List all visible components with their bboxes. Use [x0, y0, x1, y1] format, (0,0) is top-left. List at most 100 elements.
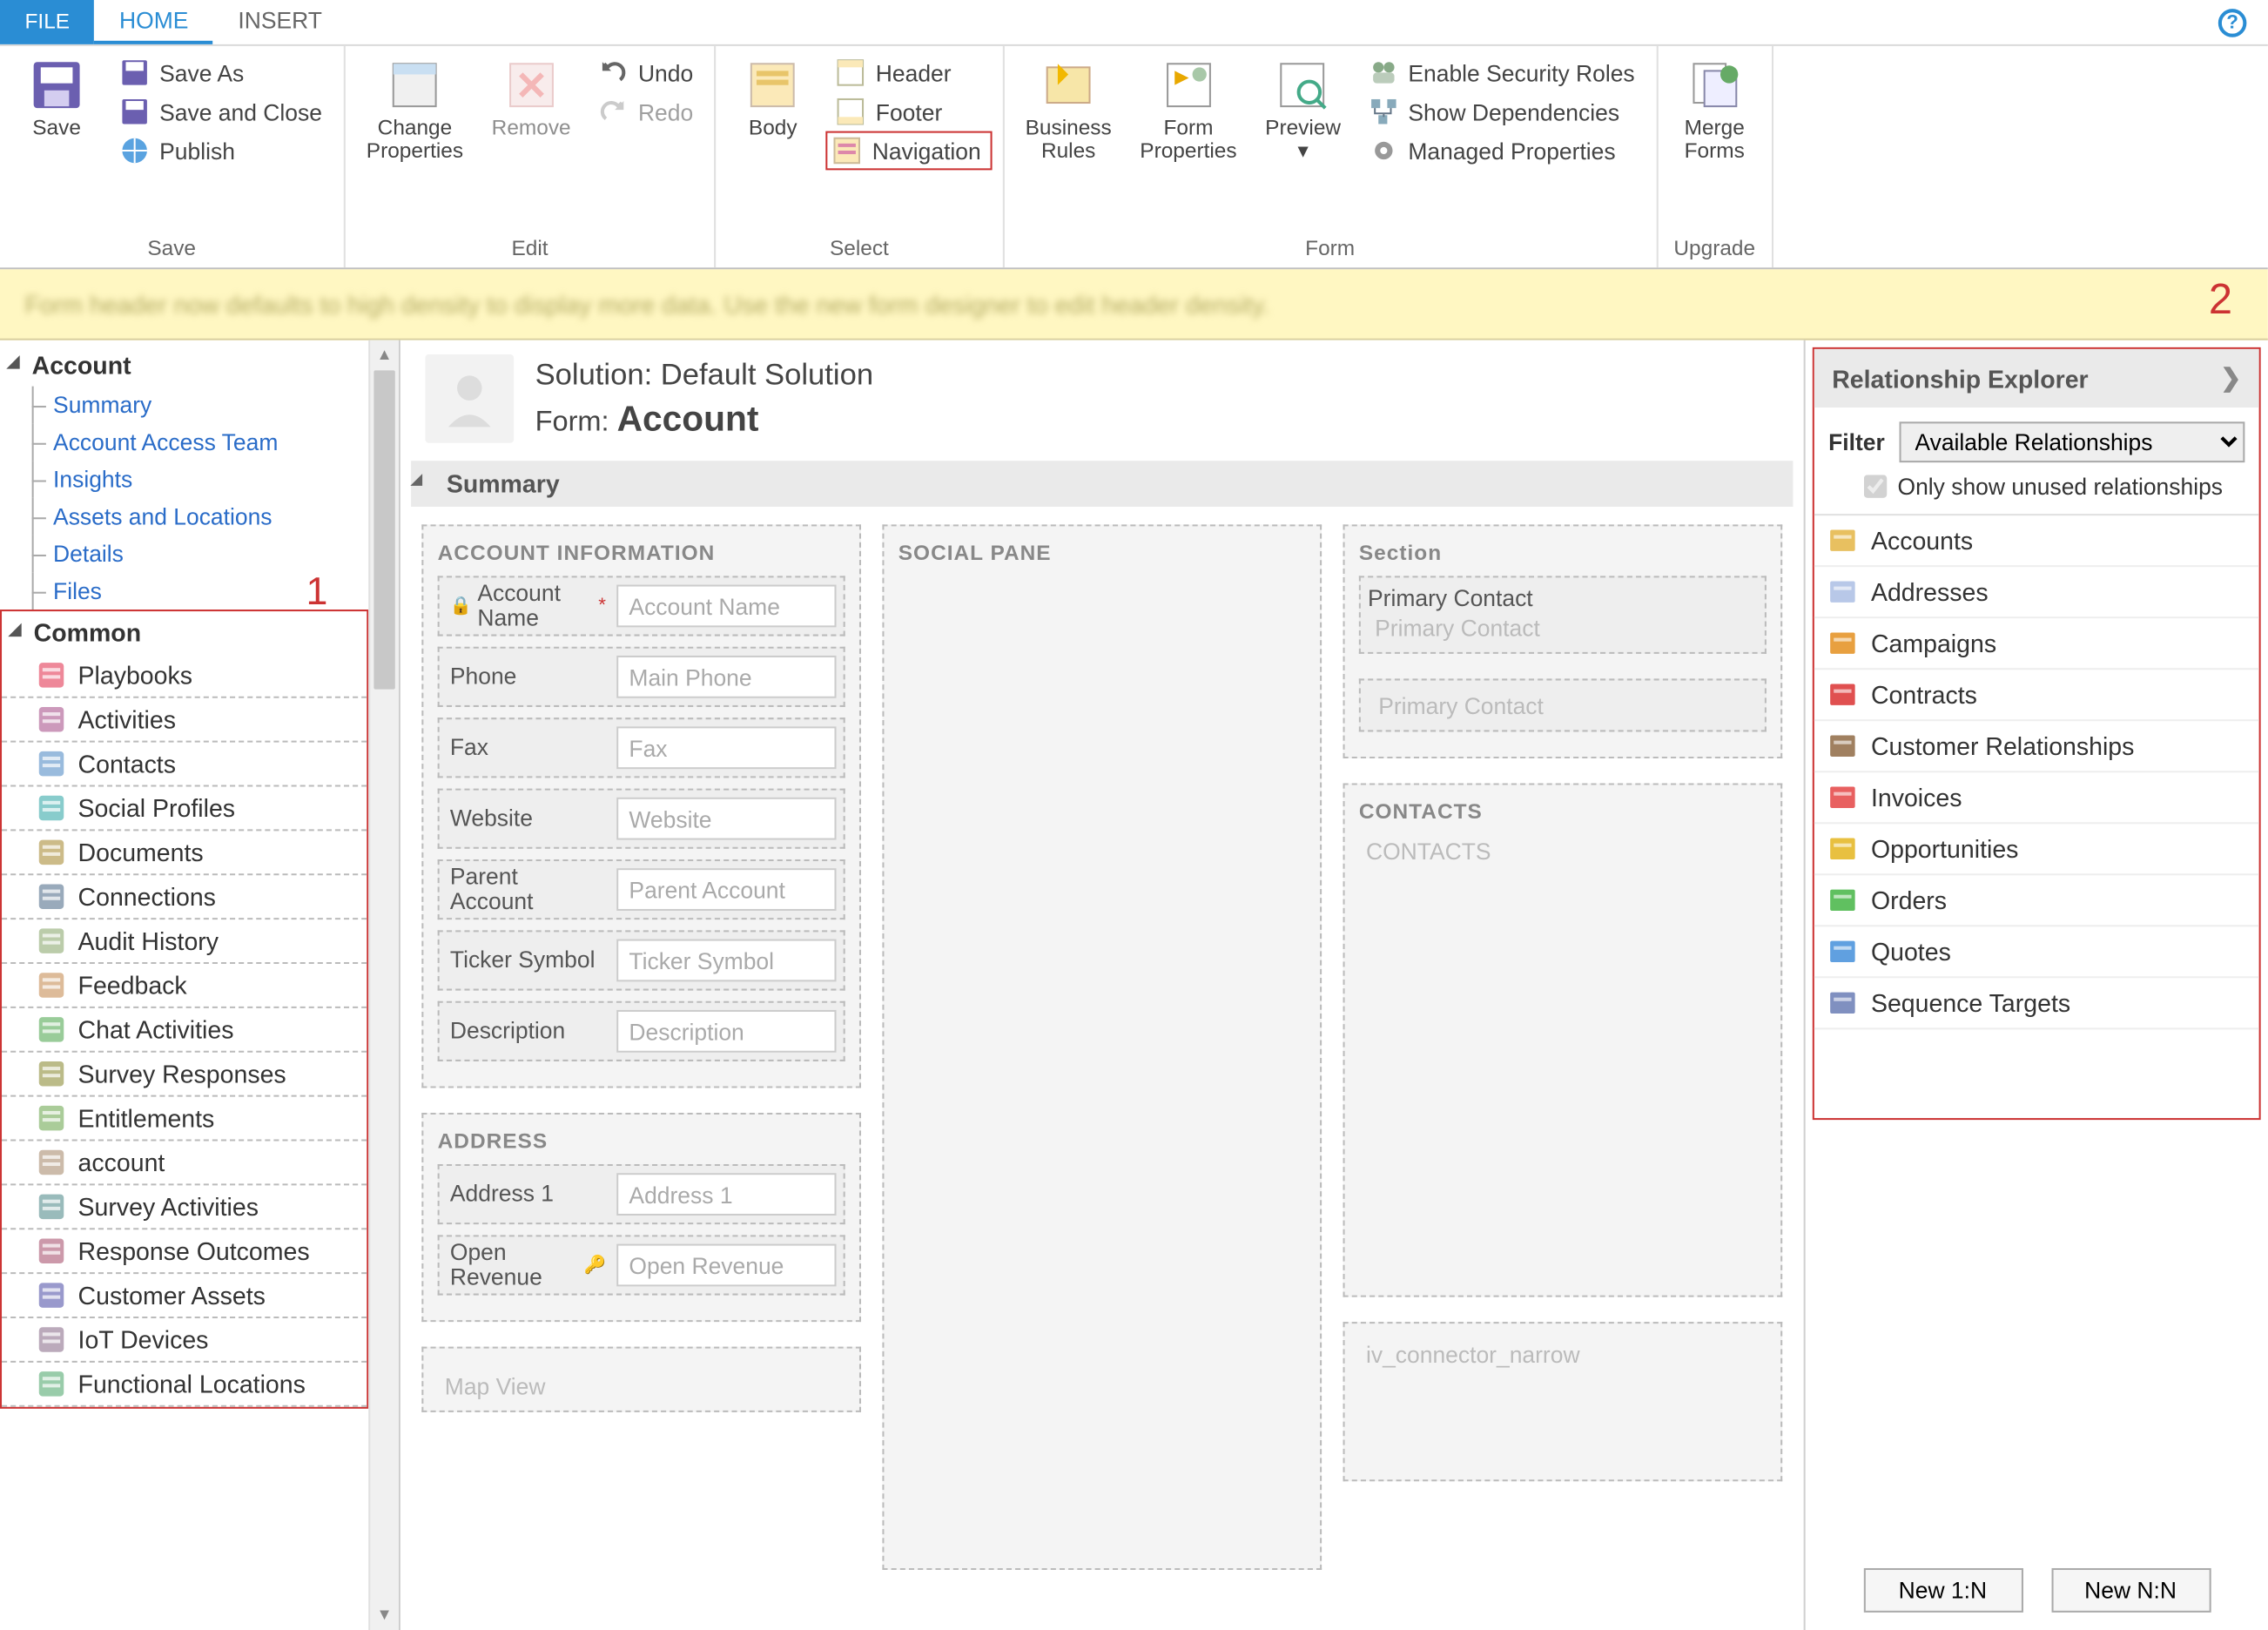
scroll-down-icon[interactable]: ▼ — [370, 1600, 399, 1630]
filter-select[interactable]: Available Relationships — [1899, 421, 2244, 462]
common-item[interactable]: Entitlements — [2, 1097, 367, 1142]
rel-item[interactable]: Orders — [1814, 875, 2259, 926]
field-input[interactable]: Fax — [616, 726, 836, 769]
field-primary-contact-2[interactable]: Primary Contact — [1359, 678, 1767, 731]
redo-button[interactable]: Redo — [589, 92, 703, 131]
tab-file[interactable]: FILE — [0, 0, 95, 44]
tab-home[interactable]: HOME — [95, 0, 213, 44]
left-scrollbar[interactable]: ▲ ▼ — [368, 340, 399, 1630]
field-primary-contact[interactable]: Primary ContactPrimary Contact — [1359, 576, 1767, 654]
tree-link[interactable]: Details — [0, 535, 368, 573]
field-account-name[interactable]: 🔒Account Name*Account Name — [438, 576, 845, 636]
common-item[interactable]: Playbooks — [2, 654, 367, 698]
field-input[interactable]: Main Phone — [616, 656, 836, 698]
header-button[interactable]: Header — [826, 53, 992, 92]
common-item[interactable]: account — [2, 1142, 367, 1186]
footer-button[interactable]: Footer — [826, 92, 992, 131]
save-close-button[interactable]: Save and Close — [110, 92, 333, 131]
show-dependencies-button[interactable]: Show Dependencies — [1358, 92, 1645, 131]
common-item[interactable]: Response Outcomes — [2, 1229, 367, 1274]
tree-link[interactable]: Summary — [0, 387, 368, 424]
field-address1[interactable]: Address 1Address 1 — [438, 1164, 845, 1224]
navigation-button[interactable]: Navigation — [826, 131, 992, 171]
section-social-pane[interactable]: SOCIAL PANE — [882, 524, 1322, 1570]
scroll-up-icon[interactable]: ▲ — [370, 340, 399, 371]
unused-checkbox[interactable] — [1864, 475, 1887, 497]
scroll-thumb[interactable] — [374, 370, 394, 689]
common-item[interactable]: Functional Locations — [2, 1363, 367, 1407]
field-description[interactable]: DescriptionDescription — [438, 1001, 845, 1061]
entity-icon — [1828, 989, 1857, 1018]
section-contacts[interactable]: CONTACTS CONTACTS — [1343, 783, 1783, 1297]
save-button[interactable]: Save — [10, 53, 103, 144]
section-iv-connector[interactable]: iv_connector_narrow — [1343, 1322, 1783, 1481]
tree-link[interactable]: Assets and Locations — [0, 498, 368, 535]
field-input[interactable]: Account Name — [616, 585, 836, 628]
change-properties-button[interactable]: Change Properties — [356, 53, 474, 167]
tab-insert[interactable]: INSERT — [213, 0, 347, 44]
common-item[interactable]: Documents — [2, 831, 367, 875]
rel-item[interactable]: Invoices — [1814, 772, 2259, 824]
common-item[interactable]: Social Profiles — [2, 787, 367, 832]
business-rules-button[interactable]: Business Rules — [1014, 53, 1122, 167]
group-label-select: Select — [727, 232, 992, 268]
section-mapview[interactable]: Map View — [421, 1347, 861, 1412]
form-properties-button[interactable]: Form Properties — [1129, 53, 1248, 167]
help-icon[interactable]: ? — [2218, 8, 2247, 37]
rel-item[interactable]: Quotes — [1814, 926, 2259, 978]
field-open-revenue[interactable]: Open Revenue🔑Open Revenue — [438, 1235, 845, 1295]
new-1n-button[interactable]: New 1:N — [1863, 1568, 2022, 1613]
common-item[interactable]: Survey Activities — [2, 1185, 367, 1229]
field-phone[interactable]: PhoneMain Phone — [438, 647, 845, 707]
common-item[interactable]: Feedback — [2, 964, 367, 1008]
section-account-info[interactable]: ACCOUNT INFORMATION 🔒Account Name*Accoun… — [421, 524, 861, 1088]
tab-summary[interactable]: Summary — [411, 461, 1793, 507]
tree-account-header[interactable]: Account — [0, 340, 368, 387]
section-address[interactable]: ADDRESS Address 1Address 1 Open Revenue🔑… — [421, 1113, 861, 1322]
rel-item[interactable]: Customer Relationships — [1814, 721, 2259, 772]
merge-forms-button[interactable]: Merge Forms — [1668, 53, 1760, 167]
field-fax[interactable]: FaxFax — [438, 717, 845, 778]
body-button[interactable]: Body — [727, 53, 819, 144]
field-input[interactable]: Description — [616, 1010, 836, 1053]
rel-item[interactable]: Sequence Targets — [1814, 978, 2259, 1029]
save-as-button[interactable]: Save As — [110, 53, 333, 92]
rel-item[interactable]: Accounts — [1814, 515, 2259, 567]
field-input[interactable]: Website — [616, 798, 836, 840]
field-input[interactable]: Open Revenue — [616, 1244, 836, 1287]
field-ticker[interactable]: Ticker SymbolTicker Symbol — [438, 930, 845, 990]
form-title: Form: Account — [535, 400, 873, 441]
common-item[interactable]: Customer Assets — [2, 1274, 367, 1318]
tree-link[interactable]: Insights — [0, 461, 368, 498]
section-title: ADDRESS — [438, 1128, 845, 1153]
common-item[interactable]: IoT Devices — [2, 1318, 367, 1363]
rel-explorer-header[interactable]: Relationship Explorer❯ — [1814, 349, 2259, 408]
common-item[interactable]: Connections — [2, 875, 367, 919]
common-item[interactable]: Audit History — [2, 919, 367, 964]
common-header[interactable]: Common — [2, 611, 367, 654]
lock-icon: 🔒 — [450, 596, 472, 616]
field-input[interactable]: Address 1 — [616, 1173, 836, 1216]
rel-item[interactable]: Opportunities — [1814, 824, 2259, 875]
preview-button[interactable]: Preview▾ — [1255, 53, 1351, 167]
remove-button[interactable]: Remove — [481, 53, 581, 144]
field-input[interactable]: Ticker Symbol — [616, 940, 836, 982]
common-item[interactable]: Survey Responses — [2, 1053, 367, 1097]
publish-button[interactable]: Publish — [110, 131, 333, 171]
rel-item[interactable]: Campaigns — [1814, 618, 2259, 670]
new-nn-button[interactable]: New N:N — [2051, 1568, 2211, 1613]
common-item[interactable]: Chat Activities — [2, 1008, 367, 1053]
security-roles-button[interactable]: Enable Security Roles — [1358, 53, 1645, 92]
rel-item[interactable]: Contracts — [1814, 670, 2259, 721]
undo-button[interactable]: Undo — [589, 53, 703, 92]
field-input[interactable]: Parent Account — [616, 868, 836, 911]
tree-link[interactable]: Account Access Team — [0, 423, 368, 461]
section-primary-contact[interactable]: Section Primary ContactPrimary Contact P… — [1343, 524, 1783, 758]
common-item[interactable]: Activities — [2, 698, 367, 743]
chevron-right-icon[interactable]: ❯ — [2220, 363, 2241, 394]
rel-item[interactable]: Addresses — [1814, 567, 2259, 618]
managed-properties-button[interactable]: Managed Properties — [1358, 131, 1645, 171]
field-parent-account[interactable]: Parent AccountParent Account — [438, 859, 845, 919]
field-website[interactable]: WebsiteWebsite — [438, 789, 845, 849]
common-item[interactable]: Contacts — [2, 743, 367, 787]
